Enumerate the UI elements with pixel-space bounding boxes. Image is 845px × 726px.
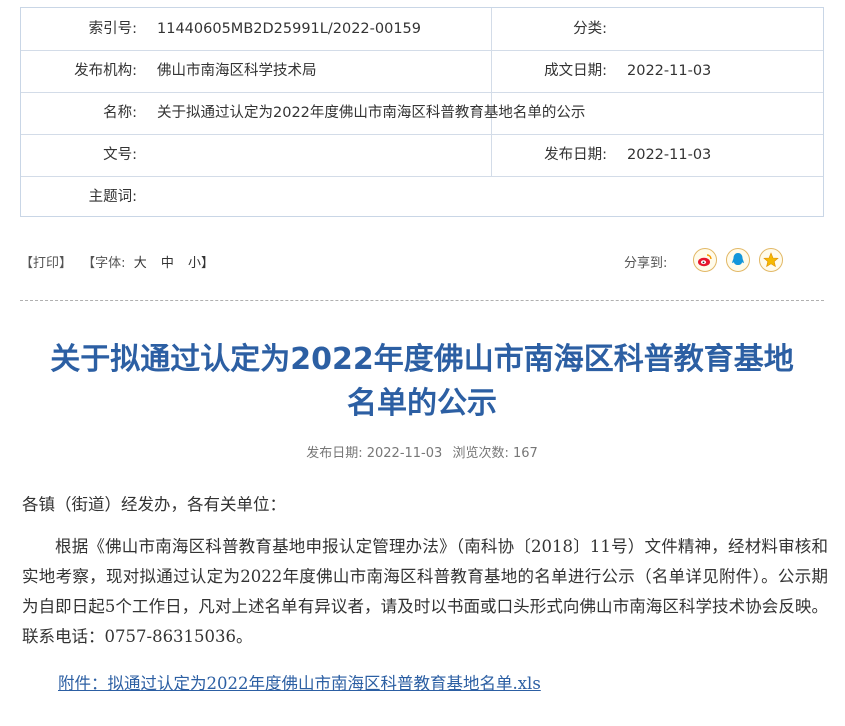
article-title-line-1: 关于拟通过认定为2022年度佛山市南海区科普教育基地	[50, 342, 794, 377]
article-title: 关于拟通过认定为2022年度佛山市南海区科普教育基地 名单的公示	[20, 338, 824, 426]
index-label: 索引号:	[88, 21, 137, 37]
created-date-value: 2022-11-03	[627, 63, 712, 79]
print-button[interactable]: 【打印】	[20, 256, 72, 271]
name-value: 关于拟通过认定为2022年度佛山市南海区科普教育基地名单的公示	[157, 105, 586, 121]
view-count: 167	[512, 446, 538, 461]
meta-row-docno: 文号: 发布日期: 2022-11-03	[21, 134, 823, 177]
meta-row-keywords: 主题词:	[21, 176, 823, 218]
qzone-share-button[interactable]	[759, 248, 783, 272]
font-size-large-button[interactable]: 大	[134, 256, 147, 271]
attachment-link[interactable]: 附件：拟通过认定为2022年度佛山市南海区科普教育基地名单.xls	[58, 670, 541, 694]
doc-number-label: 文号:	[103, 147, 137, 163]
meta-row-publisher: 发布机构: 佛山市南海区科学技术局 成文日期: 2022-11-03	[21, 50, 823, 93]
article-title-line-2: 名单的公示	[347, 386, 497, 421]
weibo-share-button[interactable]	[693, 248, 717, 272]
keywords-label: 主题词:	[88, 189, 137, 205]
weibo-icon	[698, 254, 712, 267]
published-date-value: 2022-11-03	[627, 147, 712, 163]
published-date-label: 发布日期:	[544, 147, 607, 163]
section-divider	[20, 300, 824, 301]
document-meta-table: 索引号: 11440605MB2D25991L/2022-00159 分类: 发…	[20, 7, 824, 217]
meta-row-index: 索引号: 11440605MB2D25991L/2022-00159 分类:	[21, 8, 823, 51]
view-count-label: 浏览次数:	[452, 446, 509, 461]
publish-info: 发布日期: 2022-11-03 浏览次数: 167	[20, 442, 824, 461]
font-size-label: 【字体:	[82, 256, 126, 271]
article-paragraph: 根据《佛山市南海区科普教育基地申报认定管理办法》（南科协〔2018〕11号）文件…	[22, 537, 828, 646]
publisher-value: 佛山市南海区科学技术局	[157, 63, 317, 79]
publish-date: 2022-11-03	[366, 446, 443, 461]
share-label: 分享到:	[624, 256, 668, 271]
font-size-small-button[interactable]: 小】	[188, 256, 214, 271]
publish-date-label: 发布日期:	[306, 446, 363, 461]
article-toolbar: 【打印】 【字体: 大 中 小】	[20, 252, 214, 271]
category-label: 分类:	[573, 21, 607, 37]
publisher-label: 发布机构:	[74, 63, 137, 79]
created-date-label: 成文日期:	[544, 63, 607, 79]
qq-icon	[732, 253, 744, 265]
meta-row-name: 名称: 关于拟通过认定为2022年度佛山市南海区科普教育基地名单的公示	[21, 92, 823, 135]
qzone-star-icon	[763, 252, 779, 268]
font-size-medium-button[interactable]: 中	[161, 256, 174, 271]
index-value: 11440605MB2D25991L/2022-00159	[157, 21, 422, 37]
qq-share-button[interactable]	[726, 248, 750, 272]
article-greeting: 各镇（街道）经发办，各有关单位：	[22, 495, 286, 514]
name-label: 名称:	[103, 105, 137, 121]
